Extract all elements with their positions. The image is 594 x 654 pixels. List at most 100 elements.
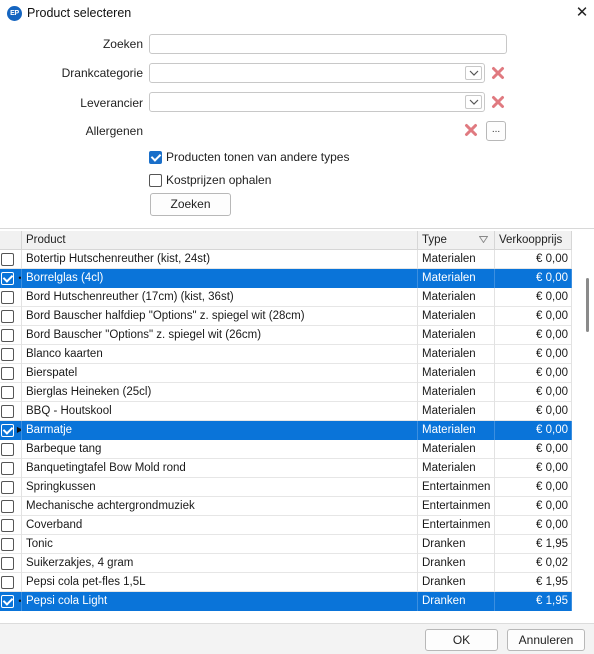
column-header-type[interactable]: Type [418, 231, 495, 250]
cell-type: Dranken [418, 592, 495, 611]
row-checkbox[interactable] [1, 291, 14, 304]
cell-product: Bierglas Heineken (25cl) [22, 383, 418, 402]
cost-prices-checkbox[interactable] [149, 173, 162, 187]
row-checkbox[interactable] [1, 595, 14, 608]
row-select-cell [0, 497, 22, 516]
search-label: Zoeken [102, 37, 143, 51]
cell-price: € 0,02 [495, 554, 572, 573]
supplier-dropdown-button[interactable] [465, 95, 482, 109]
cell-type: Dranken [418, 535, 495, 554]
grid-body: Botertip Hutschenreuther (kist, 24st) Mat… [0, 250, 572, 611]
clear-allergens-icon[interactable] [463, 122, 479, 138]
table-row[interactable]: Botertip Hutschenreuther (kist, 24st) Mat… [0, 250, 572, 269]
table-row[interactable]: Pepsi cola pet-fles 1,5L Dranken € 1,95 [0, 573, 572, 592]
clear-supplier-icon[interactable] [490, 94, 506, 110]
row-checkbox[interactable] [1, 462, 14, 475]
category-dropdown-button[interactable] [465, 66, 482, 80]
close-icon[interactable]: ✕ [571, 3, 593, 23]
cell-product: Barbeque tang [22, 440, 418, 459]
table-row[interactable]: Bord Bauscher "Options" z. spiegel wit (… [0, 326, 572, 345]
table-row[interactable]: • Pepsi cola Light Dranken € 1,95 [0, 592, 572, 611]
supplier-dropdown[interactable] [149, 92, 485, 112]
scrollbar-thumb[interactable] [586, 278, 589, 332]
column-header-product[interactable]: Product [22, 231, 418, 250]
search-input[interactable] [149, 34, 507, 54]
cell-type: Materialen [418, 326, 495, 345]
row-checkbox[interactable] [1, 329, 14, 342]
table-row[interactable]: Blanco kaarten Materialen € 0,00 [0, 345, 572, 364]
cell-type: Entertainmen [418, 516, 495, 535]
table-row[interactable]: Bord Hutschenreuther (17cm) (kist, 36st)… [0, 288, 572, 307]
row-select-cell [0, 307, 22, 326]
cell-product: Bord Hutschenreuther (17cm) (kist, 36st) [22, 288, 418, 307]
cancel-button[interactable]: Annuleren [507, 629, 585, 651]
ok-button[interactable]: OK [425, 629, 498, 651]
cell-product: BBQ - Houtskool [22, 402, 418, 421]
table-row[interactable]: Bierspatel Materialen € 0,00 [0, 364, 572, 383]
cell-price: € 0,00 [495, 269, 572, 288]
cell-price: € 0,00 [495, 459, 572, 478]
row-checkbox[interactable] [1, 557, 14, 570]
table-row[interactable]: Mechanische achtergrondmuziek Entertainme… [0, 497, 572, 516]
table-row[interactable]: Springkussen Entertainmen € 0,00 [0, 478, 572, 497]
row-checkbox[interactable] [1, 500, 14, 513]
clear-category-icon[interactable] [490, 65, 506, 81]
header-select-column [0, 231, 22, 250]
row-select-cell [0, 326, 22, 345]
row-checkbox[interactable] [1, 386, 14, 399]
table-row[interactable]: Bierglas Heineken (25cl) Materialen € 0,00 [0, 383, 572, 402]
row-checkbox[interactable] [1, 481, 14, 494]
allergens-browse-button[interactable]: ... [486, 121, 506, 141]
row-checkbox[interactable] [1, 253, 14, 266]
row-checkbox[interactable] [1, 519, 14, 532]
row-select-cell [0, 440, 22, 459]
title-bar: EP Product selecteren ✕ [0, 0, 594, 28]
cost-prices-option[interactable]: Kostprijzen ophalen [149, 172, 271, 188]
table-row[interactable]: BBQ - Houtskool Materialen € 0,00 [0, 402, 572, 421]
cell-type: Materialen [418, 459, 495, 478]
row-select-cell [0, 402, 22, 421]
row-checkbox[interactable] [1, 405, 14, 418]
cell-price: € 0,00 [495, 402, 572, 421]
table-row[interactable]: Banquetingtafel Bow Mold rond Materialen €… [0, 459, 572, 478]
column-header-price[interactable]: Verkoopprijs [495, 231, 572, 250]
table-row[interactable]: Tonic Dranken € 1,95 [0, 535, 572, 554]
table-row[interactable]: Suikerzakjes, 4 gram Dranken € 0,02 [0, 554, 572, 573]
show-other-types-checkbox[interactable] [149, 150, 162, 164]
product-grid: Product Type Verkoopprijs Botertip Hutsc… [0, 231, 572, 611]
row-checkbox[interactable] [1, 272, 14, 285]
row-select-cell [0, 288, 22, 307]
table-row[interactable]: • Borrelglas (4cl) Materialen € 0,00 [0, 269, 572, 288]
row-select-cell [0, 250, 22, 269]
cell-product: Mechanische achtergrondmuziek [22, 497, 418, 516]
table-row[interactable]: Barbeque tang Materialen € 0,00 [0, 440, 572, 459]
cell-type: Materialen [418, 345, 495, 364]
cell-product: Blanco kaarten [22, 345, 418, 364]
cell-price: € 0,00 [495, 345, 572, 364]
show-other-types-option[interactable]: Producten tonen van andere types [149, 149, 349, 165]
row-checkbox[interactable] [1, 576, 14, 589]
divider [0, 228, 594, 229]
category-dropdown[interactable] [149, 63, 485, 83]
row-checkbox[interactable] [1, 538, 14, 551]
category-label: Drankcategorie [61, 66, 143, 80]
row-checkbox[interactable] [1, 310, 14, 323]
row-checkbox[interactable] [1, 367, 14, 380]
cell-type: Dranken [418, 573, 495, 592]
cell-product: Pepsi cola Light [22, 592, 418, 611]
table-row[interactable]: Coverband Entertainmen € 0,00 [0, 516, 572, 535]
row-checkbox[interactable] [1, 443, 14, 456]
cell-price: € 1,95 [495, 573, 572, 592]
row-checkbox[interactable] [1, 348, 14, 361]
cell-type: Materialen [418, 288, 495, 307]
table-row[interactable]: Bord Bauscher halfdiep "Options" z. spie… [0, 307, 572, 326]
chevron-down-icon [469, 99, 479, 105]
cell-price: € 0,00 [495, 288, 572, 307]
search-button[interactable]: Zoeken [150, 193, 231, 216]
row-checkbox[interactable] [1, 424, 14, 437]
row-select-cell: • [0, 269, 22, 288]
table-row[interactable]: ▶BarmatjeMaterialen€ 0,00 [0, 421, 572, 440]
cell-type: Materialen [418, 307, 495, 326]
window-title: Product selecteren [27, 6, 132, 20]
cell-product: Coverband [22, 516, 418, 535]
